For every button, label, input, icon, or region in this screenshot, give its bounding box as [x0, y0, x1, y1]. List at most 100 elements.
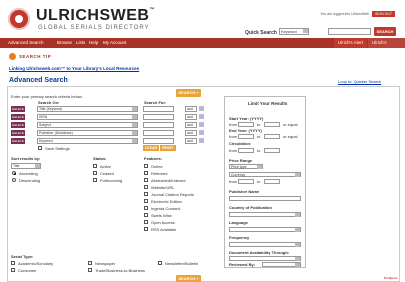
serial-type-checkbox[interactable]	[88, 261, 92, 265]
country-select[interactable]	[229, 212, 301, 217]
save-settings-label: Save Settings	[45, 146, 70, 151]
search-button-top[interactable]: SEARCH »	[176, 89, 201, 97]
status-checkbox[interactable]	[93, 178, 97, 182]
nav-help[interactable]: Help	[89, 40, 98, 45]
end-year-from-input[interactable]	[238, 134, 254, 139]
price-to-input[interactable]	[264, 179, 280, 184]
login-status: You are logged into UlrichsWeb	[320, 12, 370, 16]
search-for-input-3[interactable]	[143, 122, 174, 128]
row-delete-tag[interactable]: DELETE	[11, 106, 25, 112]
serial-type-option: Newsletter/Bulletin	[165, 261, 199, 266]
row-delete-tag[interactable]: DELETE	[11, 122, 25, 128]
reviewed-by-label: Reviewed By:	[229, 262, 256, 267]
search-on-field-1[interactable]: Title (Keyword)	[37, 106, 138, 112]
clear-button[interactable]: CLEAR	[143, 145, 159, 151]
to-label: to	[257, 134, 261, 139]
feature-checkbox[interactable]	[144, 164, 148, 168]
boolean-select-2[interactable]: and	[185, 114, 197, 120]
start-year-to-input[interactable]	[264, 122, 280, 127]
doc-availability-select[interactable]	[229, 256, 301, 261]
search-on-field-5[interactable]: Keyword	[37, 138, 138, 144]
descending-radio[interactable]	[12, 178, 16, 182]
save-settings-checkbox[interactable]	[38, 146, 42, 150]
search-for-input-2[interactable]	[143, 114, 174, 120]
nav-update[interactable]: Ulrich's Update	[368, 38, 405, 55]
search-for-input-5[interactable]	[143, 138, 174, 144]
quick-search-button[interactable]: SEARCH	[374, 27, 396, 36]
feature-checkbox[interactable]	[144, 206, 148, 210]
descending-label: Descending	[19, 178, 41, 183]
circulation-from-input[interactable]	[238, 148, 254, 153]
serial-type-checkbox[interactable]	[11, 268, 15, 272]
feature-label: Swets Wise	[151, 213, 172, 218]
serial-type-checkbox[interactable]	[158, 261, 162, 265]
chevron-down-icon	[199, 138, 204, 143]
price-from-input[interactable]	[238, 179, 254, 184]
feature-checkbox[interactable]	[144, 227, 148, 231]
feature-checkbox[interactable]	[144, 171, 148, 175]
price-type-select[interactable]: Price type	[229, 164, 263, 169]
country-label: Country of Publication	[229, 205, 272, 210]
quick-search-type-select[interactable]: Keyword	[279, 28, 309, 35]
circulation-label: Circulation:	[229, 141, 252, 146]
end-year-to-input[interactable]	[264, 134, 280, 139]
price-range-label: Price Range	[229, 158, 253, 163]
search-on-field-3[interactable]: Subject	[37, 122, 138, 128]
linking-resources-link[interactable]: Linking Ulrichsweb.com™ to Your Library'…	[9, 66, 139, 71]
nav-my-account[interactable]: My Account	[103, 40, 126, 45]
search-tip-label: SEARCH TIP	[19, 54, 52, 59]
nav-lists[interactable]: Lists	[76, 40, 85, 45]
row-delete-tag[interactable]: DELETE	[11, 130, 25, 136]
feature-checkbox[interactable]	[144, 185, 148, 189]
start-year-label: Start Year: (YYYY)	[229, 116, 264, 121]
boolean-select-1[interactable]: and	[185, 106, 197, 112]
serial-type-checkbox[interactable]	[11, 261, 15, 265]
from-label: from	[229, 179, 237, 184]
boolean-select-5[interactable]: and	[185, 138, 197, 144]
search-on-field-2[interactable]: ISSN	[37, 114, 138, 120]
feature-checkbox[interactable]	[144, 213, 148, 217]
row-delete-tag[interactable]: DELETE	[11, 114, 25, 120]
serial-type-option: Newspaper	[95, 261, 116, 266]
quicker-search-link[interactable]: Loop to: Quicker Search	[338, 79, 381, 84]
row-delete-tag[interactable]: DELETE	[11, 138, 25, 144]
feature-checkbox[interactable]	[144, 220, 148, 224]
search-for-input-4[interactable]	[143, 130, 174, 136]
status-ceased-label: Ceased	[100, 171, 114, 176]
ascending-radio[interactable]	[12, 171, 16, 175]
search-for-input-1[interactable]	[143, 106, 174, 112]
serial-type-checkbox[interactable]	[88, 268, 92, 272]
frequency-select[interactable]	[229, 242, 301, 247]
top-links: You are logged into UlrichsWeb SIGN OUT	[320, 11, 395, 17]
nav-advanced-search[interactable]: Advanced Search	[8, 40, 44, 45]
nav-browse[interactable]: Browse	[57, 40, 72, 45]
publisher-name-input[interactable]	[229, 196, 301, 201]
circulation-to-input[interactable]	[264, 148, 280, 153]
status-checkbox[interactable]	[93, 171, 97, 175]
nav-alert[interactable]: Ulrich's Alert	[334, 38, 367, 48]
boolean-select-3[interactable]: and	[185, 122, 197, 128]
from-label: from	[229, 134, 237, 139]
search-button-bottom[interactable]: SEARCH »	[176, 275, 201, 282]
reviewed-by-select[interactable]	[262, 262, 301, 267]
language-select[interactable]	[229, 227, 301, 232]
chevron-down-icon	[303, 29, 308, 33]
reset-button[interactable]: RESET	[160, 145, 176, 151]
quick-search-input[interactable]	[328, 28, 371, 35]
to-label: to	[257, 179, 261, 184]
status-checkbox[interactable]	[93, 164, 97, 168]
logo-text: ULRICHSWEB™	[36, 7, 155, 24]
feature-checkbox[interactable]	[144, 192, 148, 196]
boolean-select-4[interactable]: and	[185, 130, 197, 136]
from-label: from	[229, 148, 237, 153]
limit-results-title: Limit Your Results	[248, 101, 288, 106]
feature-checkbox[interactable]	[144, 199, 148, 203]
feature-checkbox[interactable]	[144, 178, 148, 182]
signout-button[interactable]: SIGN OUT	[372, 11, 395, 17]
sort-select[interactable]: Title	[11, 163, 41, 169]
start-year-from-input[interactable]	[238, 122, 254, 127]
serial-type-option: Consumer	[18, 268, 37, 273]
search-on-field-4[interactable]: Publisher (Distributor)	[37, 130, 138, 136]
currency-select[interactable]: Currency	[229, 172, 301, 177]
feature-label: RSS Available	[151, 227, 177, 232]
